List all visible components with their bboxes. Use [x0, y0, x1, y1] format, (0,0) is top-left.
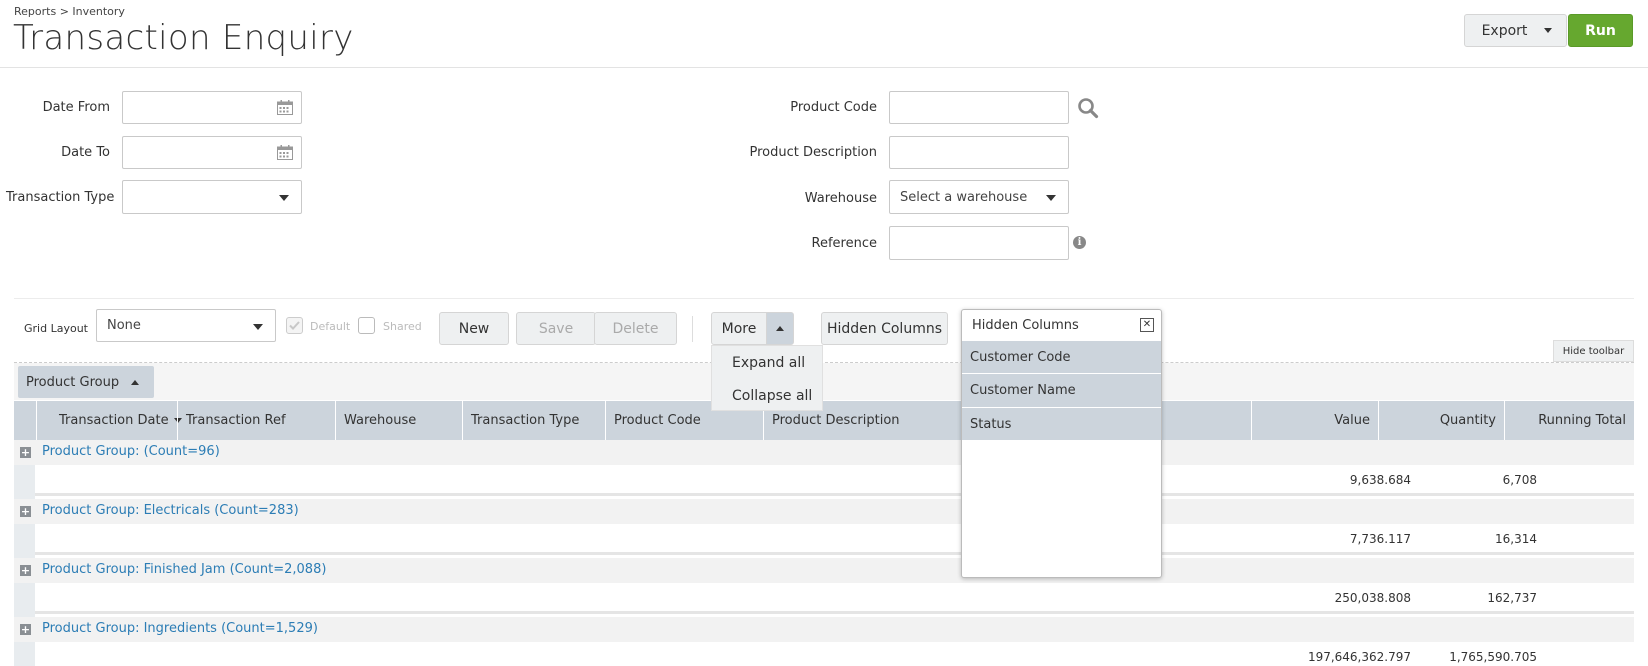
sort-up-icon[interactable] [131, 379, 140, 385]
date-from-label: Date From [42, 100, 110, 115]
warehouse-select[interactable]: Select a warehouse [889, 180, 1069, 214]
header-divider [0, 67, 1648, 68]
group-row[interactable]: + Product Group: Finished Jam (Count=2,0… [14, 558, 1634, 583]
chevron-down-icon[interactable] [1544, 28, 1552, 33]
product-description-input[interactable] [889, 136, 1069, 169]
column-header-transaction-date[interactable]: Transaction Date [36, 401, 191, 440]
column-header-value[interactable]: Value [1251, 401, 1378, 440]
grid-header-gutter [14, 401, 36, 440]
column-header-warehouse[interactable]: Warehouse [335, 401, 462, 440]
menu-item-collapse-all[interactable]: Collapse all [732, 388, 812, 404]
warehouse-label: Warehouse [804, 191, 877, 206]
grid-layout-label: Grid Layout [24, 322, 88, 335]
group-summary-row: 9,638.684 6,708 [35, 465, 1634, 496]
search-icon[interactable] [1077, 97, 1099, 119]
reference-label: Reference [811, 236, 877, 251]
breadcrumb[interactable]: Reports > Inventory [14, 5, 125, 18]
delete-button[interactable]: Delete [594, 312, 677, 345]
group-label[interactable]: Product Group: (Count=96) [42, 444, 220, 459]
group-row[interactable]: + Product Group: Electricals (Count=283) [14, 499, 1634, 524]
group-label[interactable]: Product Group: Electricals (Count=283) [42, 503, 299, 518]
calendar-icon[interactable] [277, 100, 293, 115]
expand-icon[interactable]: + [20, 506, 31, 517]
product-description-label: Product Description [749, 145, 877, 160]
chevron-down-icon [1046, 195, 1056, 201]
expand-icon[interactable]: + [20, 624, 31, 635]
date-to-input[interactable] [122, 136, 302, 169]
info-icon[interactable]: i [1073, 236, 1086, 249]
column-header-transaction-ref[interactable]: Transaction Ref [177, 401, 335, 440]
transaction-type-label: Transaction Type [6, 190, 115, 205]
column-header-running-total[interactable]: Running Total [1504, 401, 1634, 440]
export-label: Export [1481, 22, 1528, 39]
hidden-column-item[interactable]: Status [962, 407, 1161, 440]
grid-layout-selected-value: None [107, 318, 141, 333]
export-button[interactable]: Export [1464, 14, 1567, 47]
date-from-input[interactable] [122, 91, 302, 124]
chevron-down-icon [253, 324, 263, 330]
column-header-quantity[interactable]: Quantity [1378, 401, 1504, 440]
toolbar-divider [692, 316, 693, 342]
group-label[interactable]: Product Group: Ingredients (Count=1,529) [42, 621, 318, 636]
product-code-input[interactable] [889, 91, 1069, 124]
column-header-transaction-type[interactable]: Transaction Type [462, 401, 605, 440]
save-button[interactable]: Save [516, 312, 596, 345]
check-icon [289, 321, 300, 330]
section-divider [14, 298, 1634, 299]
group-row[interactable]: + Product Group: (Count=96) [14, 440, 1634, 465]
shared-checkbox[interactable] [358, 317, 375, 334]
more-toggle[interactable] [766, 312, 794, 345]
transaction-type-select[interactable] [122, 180, 302, 214]
default-label: Default [310, 320, 351, 333]
hide-toolbar-button[interactable]: Hide toolbar [1553, 340, 1634, 362]
hidden-columns-title: Hidden Columns [972, 318, 1079, 333]
hidden-column-item[interactable]: Customer Code [962, 340, 1161, 373]
new-button[interactable]: New [439, 312, 509, 345]
group-label[interactable]: Product Group: Finished Jam (Count=2,088… [42, 562, 326, 577]
warehouse-selected-value: Select a warehouse [900, 189, 1028, 205]
chevron-up-icon [776, 326, 784, 331]
quantity-cell: 162,737 [1487, 591, 1537, 605]
product-group-chip[interactable]: Product Group [18, 366, 154, 398]
more-button[interactable]: More [711, 312, 767, 345]
product-code-label: Product Code [790, 100, 877, 115]
expand-icon[interactable]: + [20, 565, 31, 576]
grid-header: Transaction Date Transaction Ref Warehou… [14, 401, 1634, 440]
group-summary-row: 7,736.117 16,314 [35, 524, 1634, 555]
hidden-columns-panel: Hidden Columns ✕ Customer Code Customer … [961, 309, 1162, 578]
date-to-label: Date To [61, 145, 110, 160]
grid-layout-select[interactable]: None [96, 309, 276, 342]
close-icon[interactable]: ✕ [1140, 318, 1154, 332]
default-checkbox[interactable] [286, 317, 303, 334]
more-menu: Expand all Collapse all [711, 345, 823, 411]
group-panel [14, 363, 1634, 400]
group-row[interactable]: + Product Group: Ingredients (Count=1,52… [14, 617, 1634, 642]
page-title: Transaction Enquiry [13, 18, 354, 58]
hidden-columns-button[interactable]: Hidden Columns [821, 312, 948, 345]
menu-item-expand-all[interactable]: Expand all [732, 355, 805, 371]
hidden-column-item[interactable]: Customer Name [962, 373, 1161, 407]
group-summary-row: 197,646,362.797 1,765,590.705 [35, 642, 1634, 666]
quantity-cell: 6,708 [1502, 473, 1537, 487]
reference-input[interactable] [889, 226, 1069, 260]
quantity-cell: 1,765,590.705 [1449, 650, 1537, 664]
expand-icon[interactable]: + [20, 447, 31, 458]
run-button[interactable]: Run [1568, 14, 1633, 47]
quantity-cell: 16,314 [1495, 532, 1537, 546]
chevron-down-icon [279, 195, 289, 201]
calendar-icon[interactable] [277, 145, 293, 160]
shared-label: Shared [383, 320, 422, 333]
group-summary-row: 250,038.808 162,737 [35, 583, 1634, 614]
product-group-chip-label: Product Group [26, 374, 120, 390]
column-header-label: Transaction Date [59, 413, 169, 428]
